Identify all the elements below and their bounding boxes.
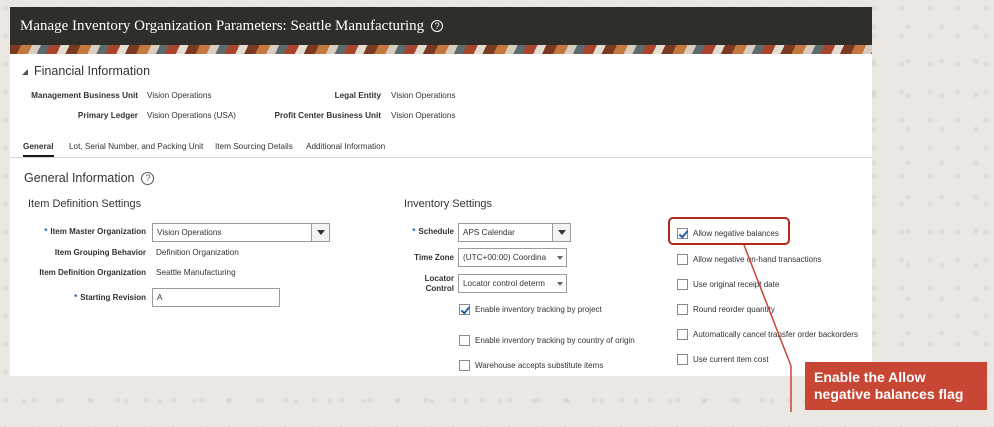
title-bar: Manage Inventory Organization Parameters… [10, 7, 872, 45]
chevron-down-icon [556, 281, 563, 286]
use-current-item-cost-checkbox[interactable]: Use current item cost [677, 354, 769, 365]
starting-revision-input[interactable]: A [152, 288, 280, 307]
locator-label-line2: Control [425, 284, 454, 293]
item-def-org-label: Item Definition Organization [39, 268, 146, 277]
schedule-label-text: Schedule [418, 227, 454, 236]
dropdown-button[interactable] [553, 249, 566, 266]
checkbox-icon[interactable] [677, 254, 688, 265]
callout-line2: negative balances flag [814, 386, 964, 402]
tab-additional-info[interactable]: Additional Information [306, 142, 385, 155]
time-zone-label: Time Zone [414, 253, 454, 262]
financial-heading: Financial Information [34, 64, 151, 78]
item-master-org-label-text: Item Master Organization [50, 227, 146, 236]
general-info-header: General Information ? [24, 171, 155, 185]
inventory-tracking-project-checkbox[interactable]: Enable inventory tracking by project [459, 304, 602, 315]
schedule-value: APS Calendar [463, 228, 515, 237]
checkbox-label: Round reorder quantity [693, 305, 775, 314]
checkbox-icon[interactable] [677, 329, 688, 340]
instruction-callout: Enable the Allow negative balances flag [805, 362, 987, 410]
checkbox-icon[interactable] [677, 354, 688, 365]
schedule-label: * Schedule [412, 227, 454, 236]
warehouse-substitute-checkbox[interactable]: Warehouse accepts substitute items [459, 360, 603, 371]
main-window: Manage Inventory Organization Parameters… [10, 7, 872, 376]
highlight-box [668, 217, 790, 245]
item-grouping-label: Item Grouping Behavior [54, 248, 146, 257]
general-heading: General Information [24, 171, 135, 185]
tab-bar: General Lot, Serial Number, and Packing … [10, 140, 872, 158]
legal-entity-field: Legal Entity [10, 91, 381, 103]
decorative-banner [10, 45, 872, 54]
legal-entity-label: Legal Entity [334, 91, 381, 100]
starting-revision-label: * Starting Revision [74, 293, 146, 302]
item-def-org-value: Seattle Manufacturing [156, 268, 236, 277]
checkbox-icon[interactable] [459, 360, 470, 371]
chevron-down-icon [556, 255, 563, 260]
checkbox-icon[interactable] [677, 279, 688, 290]
checkbox-label: Warehouse accepts substitute items [475, 361, 604, 370]
item-master-org-label: * Item Master Organization [44, 227, 146, 236]
inventory-settings-heading: Inventory Settings [404, 198, 493, 210]
checkbox-label: Use current item cost [693, 355, 769, 364]
inventory-tracking-country-checkbox[interactable]: Enable inventory tracking by country of … [459, 335, 635, 346]
help-icon[interactable]: ? [141, 171, 155, 185]
item-master-org-select[interactable]: Vision Operations [152, 223, 330, 242]
profit-center-value: Vision Operations [391, 111, 456, 120]
callout-line1: Enable the Allow [814, 369, 926, 385]
dropdown-button[interactable] [552, 224, 570, 241]
tab-lot-serial[interactable]: Lot, Serial Number, and Packing Unit [69, 142, 203, 155]
checkbox-label: Allow negative on-hand transactions [693, 255, 822, 264]
checkbox-label: Enable inventory tracking by project [475, 305, 602, 314]
help-icon[interactable]: ? [431, 20, 444, 32]
checkbox-icon[interactable] [677, 304, 688, 315]
checkbox-label: Use original receipt date [693, 280, 780, 289]
tab-general[interactable]: General [23, 142, 54, 157]
locator-control-select[interactable]: Locator control determ [458, 274, 567, 293]
auto-cancel-backorders-checkbox[interactable]: Automatically cancel transfer order back… [677, 329, 858, 340]
locator-label-line1: Locator [424, 274, 454, 283]
time-zone-select[interactable]: (UTC+00:00) Coordina [458, 248, 567, 267]
item-grouping-value: Definition Organization [156, 248, 239, 257]
checkbox-icon[interactable] [459, 335, 470, 346]
dropdown-button[interactable] [553, 275, 566, 292]
locator-control-label: Locator Control [390, 274, 454, 294]
profit-center-field: Profit Center Business Unit [10, 111, 381, 123]
locator-control-value: Locator control determ [463, 279, 545, 288]
dropdown-button[interactable] [311, 224, 329, 241]
checkbox-label: Automatically cancel transfer order back… [693, 330, 858, 339]
allow-negative-onhand-checkbox[interactable]: Allow negative on-hand transactions [677, 254, 822, 265]
round-reorder-quantity-checkbox[interactable]: Round reorder quantity [677, 304, 775, 315]
use-original-receipt-date-checkbox[interactable]: Use original receipt date [677, 279, 779, 290]
item-master-org-value: Vision Operations [157, 228, 222, 237]
tab-item-sourcing[interactable]: Item Sourcing Details [215, 142, 293, 155]
page-title: Manage Inventory Organization Parameters… [20, 17, 425, 34]
checkbox-label: Enable inventory tracking by country of … [475, 336, 635, 345]
time-zone-value: (UTC+00:00) Coordina [463, 253, 547, 262]
profit-center-label: Profit Center Business Unit [274, 111, 381, 120]
chevron-down-icon [316, 230, 325, 235]
starting-revision-label-text: Starting Revision [80, 293, 146, 302]
item-definition-heading: Item Definition Settings [28, 198, 142, 210]
schedule-select[interactable]: APS Calendar [458, 223, 571, 242]
legal-entity-value: Vision Operations [391, 91, 456, 100]
chevron-down-icon [557, 230, 566, 235]
checkbox-checked-icon[interactable] [459, 304, 470, 315]
collapse-triangle-icon[interactable] [22, 69, 28, 75]
financial-section-header[interactable]: Financial Information [10, 54, 872, 78]
